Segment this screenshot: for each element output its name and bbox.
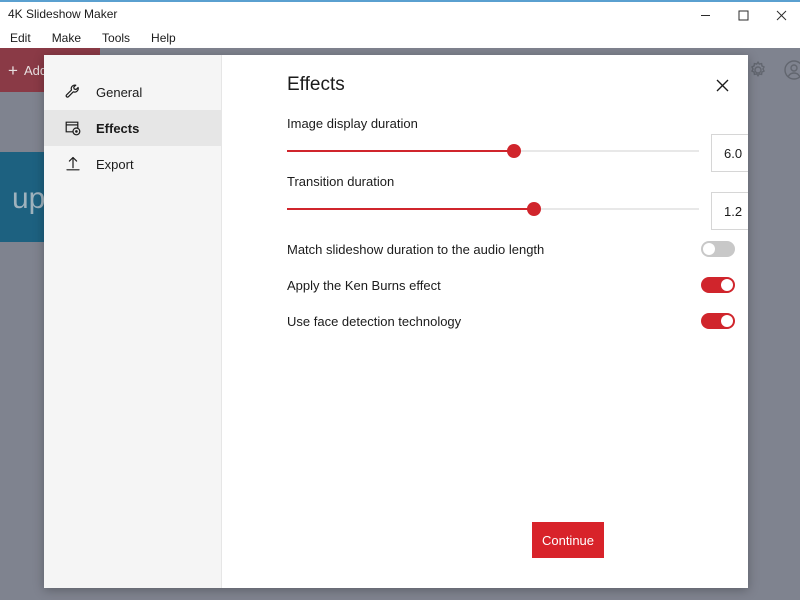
dialog-title: Effects xyxy=(287,74,345,95)
sidebar-item-general[interactable]: General xyxy=(44,74,221,110)
window-controls xyxy=(686,2,800,29)
setting-transition-duration: Transition duration 1.2 xyxy=(287,174,748,230)
effects-frame-icon xyxy=(64,119,82,137)
transition-duration-label: Transition duration xyxy=(287,174,395,189)
menu-bar: Edit Make Tools Help xyxy=(0,27,800,48)
maximize-button[interactable] xyxy=(724,2,762,29)
media-thumbnail-label: up xyxy=(12,182,46,215)
menu-item-help[interactable]: Help xyxy=(151,31,176,45)
slider-fill xyxy=(287,208,535,210)
match-slideshow-duration-toggle[interactable] xyxy=(701,241,735,257)
sidebar-item-effects-label: Effects xyxy=(96,120,140,136)
ken-burns-effect-label: Apply the Ken Burns effect xyxy=(287,277,441,293)
transition-duration-slider[interactable] xyxy=(287,202,699,216)
account-icon[interactable] xyxy=(782,58,800,82)
settings-dialog: General Effects Export Effects Image dis… xyxy=(44,55,748,588)
window-title: 4K Slideshow Maker xyxy=(8,7,118,21)
setting-image-display-duration: Image display duration 6.0 xyxy=(287,116,748,172)
application-window: 4K Slideshow Maker Edit Make Tools Help … xyxy=(0,0,800,600)
sidebar-item-effects[interactable]: Effects xyxy=(44,110,221,146)
sidebar-item-export-label: Export xyxy=(96,156,134,172)
match-slideshow-duration-label: Match slideshow duration to the audio le… xyxy=(287,241,545,257)
face-detection-toggle[interactable] xyxy=(701,313,735,329)
image-display-duration-value[interactable]: 6.0 xyxy=(711,134,748,172)
toggle-knob xyxy=(703,243,715,255)
gear-icon[interactable] xyxy=(746,58,770,82)
continue-button[interactable]: Continue xyxy=(532,522,604,558)
transition-duration-value[interactable]: 1.2 xyxy=(711,192,748,230)
dialog-sidebar: General Effects Export xyxy=(44,55,222,588)
close-button[interactable] xyxy=(762,2,800,29)
menu-item-tools[interactable]: Tools xyxy=(102,31,130,45)
dialog-main-panel: Effects Image display duration 6.0 Trans… xyxy=(222,55,748,588)
ken-burns-effect-toggle[interactable] xyxy=(701,277,735,293)
face-detection-label: Use face detection technology xyxy=(287,313,462,329)
upload-icon xyxy=(64,155,82,173)
image-display-duration-label: Image display duration xyxy=(287,116,418,131)
slider-thumb[interactable] xyxy=(506,144,521,158)
sidebar-item-export[interactable]: Export xyxy=(44,146,221,182)
menu-item-edit[interactable]: Edit xyxy=(10,31,31,45)
minimize-button[interactable] xyxy=(686,2,724,29)
title-bar: 4K Slideshow Maker xyxy=(0,0,800,27)
setting-face-detection: Use face detection technology xyxy=(287,310,735,332)
wrench-icon xyxy=(64,83,82,101)
plus-icon: + xyxy=(8,60,18,80)
image-display-duration-slider[interactable] xyxy=(287,144,699,158)
slider-thumb[interactable] xyxy=(527,202,542,216)
setting-match-slideshow-duration: Match slideshow duration to the audio le… xyxy=(287,238,735,260)
toggle-knob xyxy=(721,315,733,327)
sidebar-item-general-label: General xyxy=(96,84,143,100)
toggle-knob xyxy=(721,279,733,291)
dialog-close-icon[interactable] xyxy=(710,73,734,97)
menu-item-make[interactable]: Make xyxy=(52,31,81,45)
slider-fill xyxy=(287,150,514,152)
setting-ken-burns-effect: Apply the Ken Burns effect xyxy=(287,274,735,296)
